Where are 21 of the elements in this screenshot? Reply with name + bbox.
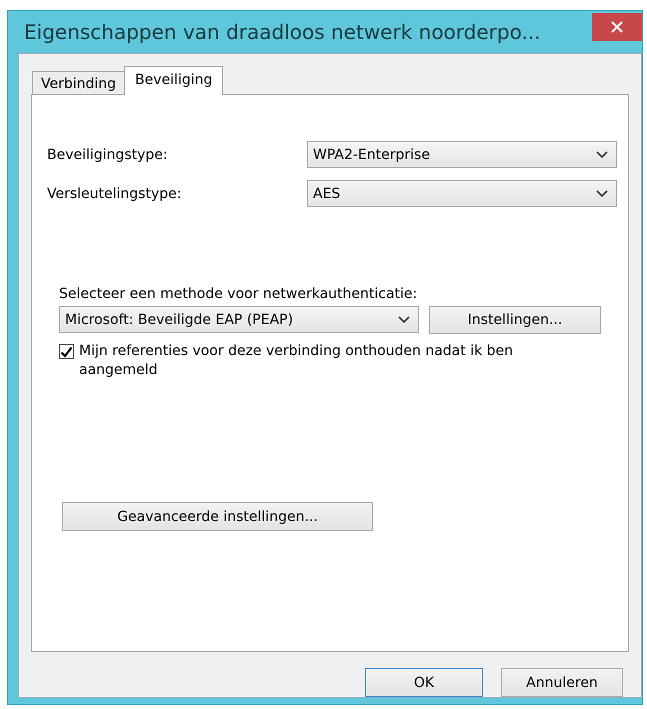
dialog-button[interactable]: Annuleren: [501, 668, 623, 697]
close-button[interactable]: [592, 13, 642, 41]
dropdown[interactable]: WPA2-Enterprise: [307, 141, 617, 168]
dropdown[interactable]: AES: [307, 180, 617, 207]
field-label: Selecteer een methode voor netwerkauthenticatie:: [59, 286, 418, 302]
dialog-button[interactable]: OK: [365, 668, 483, 697]
window-title: Eigenschappen van draadloos netwerk noorderpo...: [23, 20, 541, 44]
field-label: Beveiligingstype:: [47, 146, 168, 162]
checkbox[interactable]: [59, 344, 74, 359]
field-label: Versleutelingstype:: [47, 186, 182, 202]
tab[interactable]: Beveiliging: [124, 66, 224, 95]
chevron-down-icon: [596, 150, 608, 158]
checkmark-icon: [60, 346, 73, 358]
settings-button[interactable]: Instellingen...: [429, 306, 601, 334]
checkbox-label: Mijn referenties voor deze verbinding onthouden nadat ik ben aangemeld: [79, 342, 514, 380]
advanced-settings-button[interactable]: Geavanceerde instellingen...: [62, 502, 373, 531]
chevron-down-icon: [596, 190, 608, 198]
tab[interactable]: Verbinding: [32, 71, 126, 95]
close-icon: [610, 20, 624, 34]
chevron-down-icon: [398, 316, 410, 324]
dropdown[interactable]: Microsoft: Beveiligde EAP (PEAP): [59, 306, 419, 333]
